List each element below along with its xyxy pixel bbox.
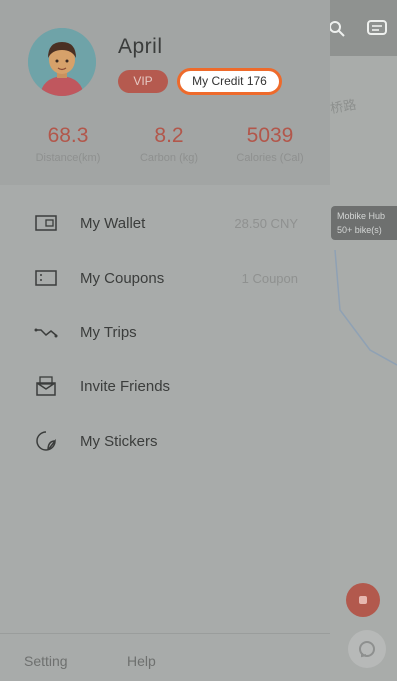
vip-badge[interactable]: VIP — [118, 70, 168, 93]
user-name: April — [118, 35, 163, 58]
stat-value: 5039 — [246, 124, 294, 147]
map-background: 桥路 Mobike Hub 50+ bike(s) — [330, 0, 397, 681]
stat-value: 8.2 — [154, 124, 184, 147]
menu-item-label: My Trips — [80, 323, 137, 341]
stat-value: 68.3 — [47, 124, 89, 147]
menu-item-label: My Stickers — [80, 432, 158, 450]
sticker-icon — [34, 429, 58, 453]
credit-badge[interactable]: My Credit 176 — [177, 68, 282, 95]
search-icon[interactable] — [330, 18, 348, 40]
message-icon[interactable] — [366, 18, 388, 40]
stat-carbon: 8.2 Carbon (kg) — [124, 124, 214, 164]
drawer-footer: Setting Help — [0, 633, 330, 681]
stat-label: Carbon (kg) — [139, 152, 199, 164]
help-link[interactable]: Help — [127, 653, 156, 669]
menu-item-stickers[interactable]: My Stickers — [0, 421, 330, 461]
stat-label: Calories (Cal) — [236, 152, 304, 164]
map-road-label: 桥路 — [330, 96, 358, 117]
trips-icon — [34, 320, 58, 344]
bubble-title: Mobike Hub — [337, 211, 386, 221]
avatar[interactable] — [28, 28, 96, 96]
bubble-subtitle: 50+ bike(s) — [337, 225, 382, 235]
menu-item-wallet[interactable]: My Wallet 28.50 CNY — [0, 203, 330, 243]
stat-calories: 5039 Calories (Cal) — [225, 124, 315, 164]
menu-item-label: My Wallet — [80, 214, 146, 232]
stat-distance: 68.3 Distance(km) — [23, 124, 113, 164]
menu-item-label: Invite Friends — [80, 377, 171, 395]
menu-item-label: My Coupons — [80, 269, 165, 287]
menu-item-trips[interactable]: My Trips — [0, 312, 330, 352]
profile-header: April VIP My Credit 176 68.3 Distance(km… — [0, 0, 330, 185]
wallet-balance: 28.50 CNY — [234, 215, 298, 231]
coupon-icon — [34, 266, 58, 290]
menu-item-invite[interactable]: Invite Friends — [0, 366, 330, 406]
map-top-bar — [330, 0, 397, 56]
map-route-line — [334, 249, 397, 366]
setting-link[interactable]: Setting — [24, 653, 68, 669]
bike-hub-bubble[interactable]: Mobike Hub 50+ bike(s) — [331, 206, 397, 240]
coupon-count: 1 Coupon — [241, 270, 298, 286]
side-drawer: April VIP My Credit 176 68.3 Distance(km… — [0, 0, 330, 681]
wallet-icon — [34, 211, 58, 235]
stat-label: Distance(km) — [35, 152, 101, 164]
support-icon[interactable] — [348, 630, 386, 668]
menu-item-coupons[interactable]: My Coupons 1 Coupon — [0, 258, 330, 298]
invite-icon — [34, 374, 58, 398]
location-pin-icon[interactable] — [346, 583, 380, 617]
